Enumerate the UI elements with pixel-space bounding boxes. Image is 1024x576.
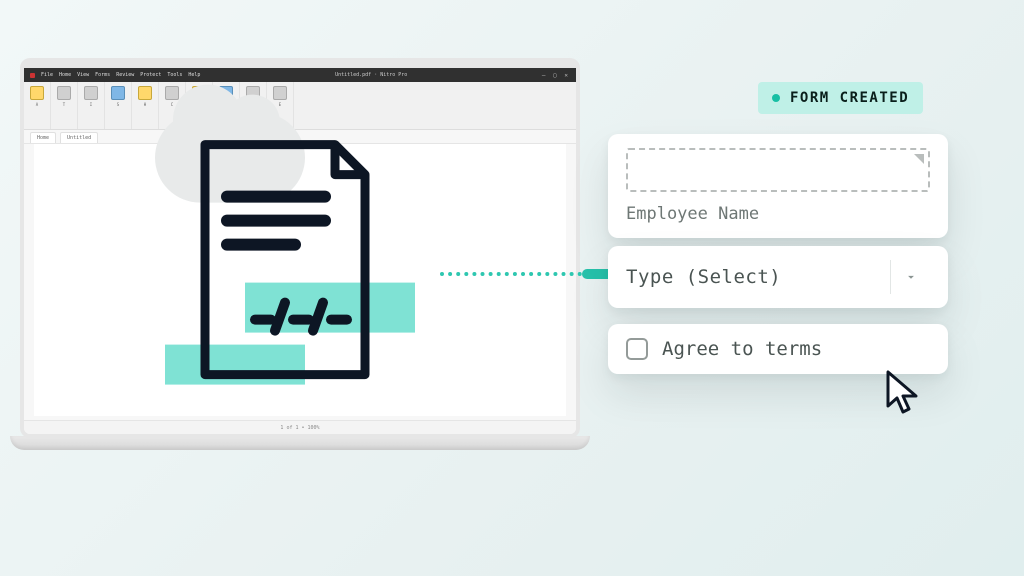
- app-statusbar: 1 of 1 • 100%: [24, 420, 576, 434]
- form-created-badge: FORM CREATED: [758, 82, 923, 114]
- menu-item[interactable]: Forms: [95, 72, 110, 78]
- select-dropdown-button[interactable]: [890, 260, 930, 294]
- badge-text: FORM CREATED: [790, 90, 909, 106]
- chevron-down-icon: [904, 270, 918, 284]
- form-field-card-type-select[interactable]: Type (Select): [608, 246, 948, 308]
- employee-name-label: Employee Name: [626, 204, 930, 224]
- app-icon: [30, 73, 35, 78]
- status-dot-icon: [772, 94, 780, 102]
- menu-item[interactable]: Protect: [140, 72, 161, 78]
- form-field-card-employee-name: Employee Name: [608, 134, 948, 238]
- menu-item[interactable]: Tools: [167, 72, 182, 78]
- menu-item[interactable]: File: [41, 72, 53, 78]
- agree-terms-checkbox[interactable]: [626, 338, 648, 360]
- document-canvas: [34, 144, 566, 416]
- document-illustration: [185, 134, 415, 404]
- app-menu[interactable]: File Home View Forms Review Protect Tool…: [41, 72, 200, 78]
- window-title: Untitled.pdf · Nitro Pro: [335, 72, 407, 78]
- app-titlebar: File Home View Forms Review Protect Tool…: [24, 68, 576, 82]
- document-icon: [185, 134, 385, 394]
- resize-handle-icon[interactable]: [914, 154, 924, 164]
- menu-item[interactable]: Review: [116, 72, 134, 78]
- form-field-card-agree-terms[interactable]: Agree to terms: [608, 324, 948, 374]
- employee-name-input[interactable]: [626, 148, 930, 192]
- tab[interactable]: Untitled: [60, 132, 98, 143]
- menu-item[interactable]: View: [77, 72, 89, 78]
- agree-terms-label: Agree to terms: [662, 338, 822, 360]
- status-text: 1 of 1 • 100%: [280, 425, 319, 431]
- laptop-mockup: File Home View Forms Review Protect Tool…: [10, 58, 590, 450]
- laptop-base: [10, 436, 590, 450]
- menu-item[interactable]: Home: [59, 72, 71, 78]
- menu-item[interactable]: Help: [188, 72, 200, 78]
- laptop-screen: File Home View Forms Review Protect Tool…: [20, 58, 580, 438]
- app-ribbon[interactable]: A T I S H C A R F E: [24, 82, 576, 130]
- type-select-label: Type (Select): [626, 266, 781, 288]
- cursor-icon: [884, 370, 924, 418]
- tab[interactable]: Home: [30, 132, 56, 143]
- window-controls[interactable]: — ▢ ✕: [542, 72, 570, 79]
